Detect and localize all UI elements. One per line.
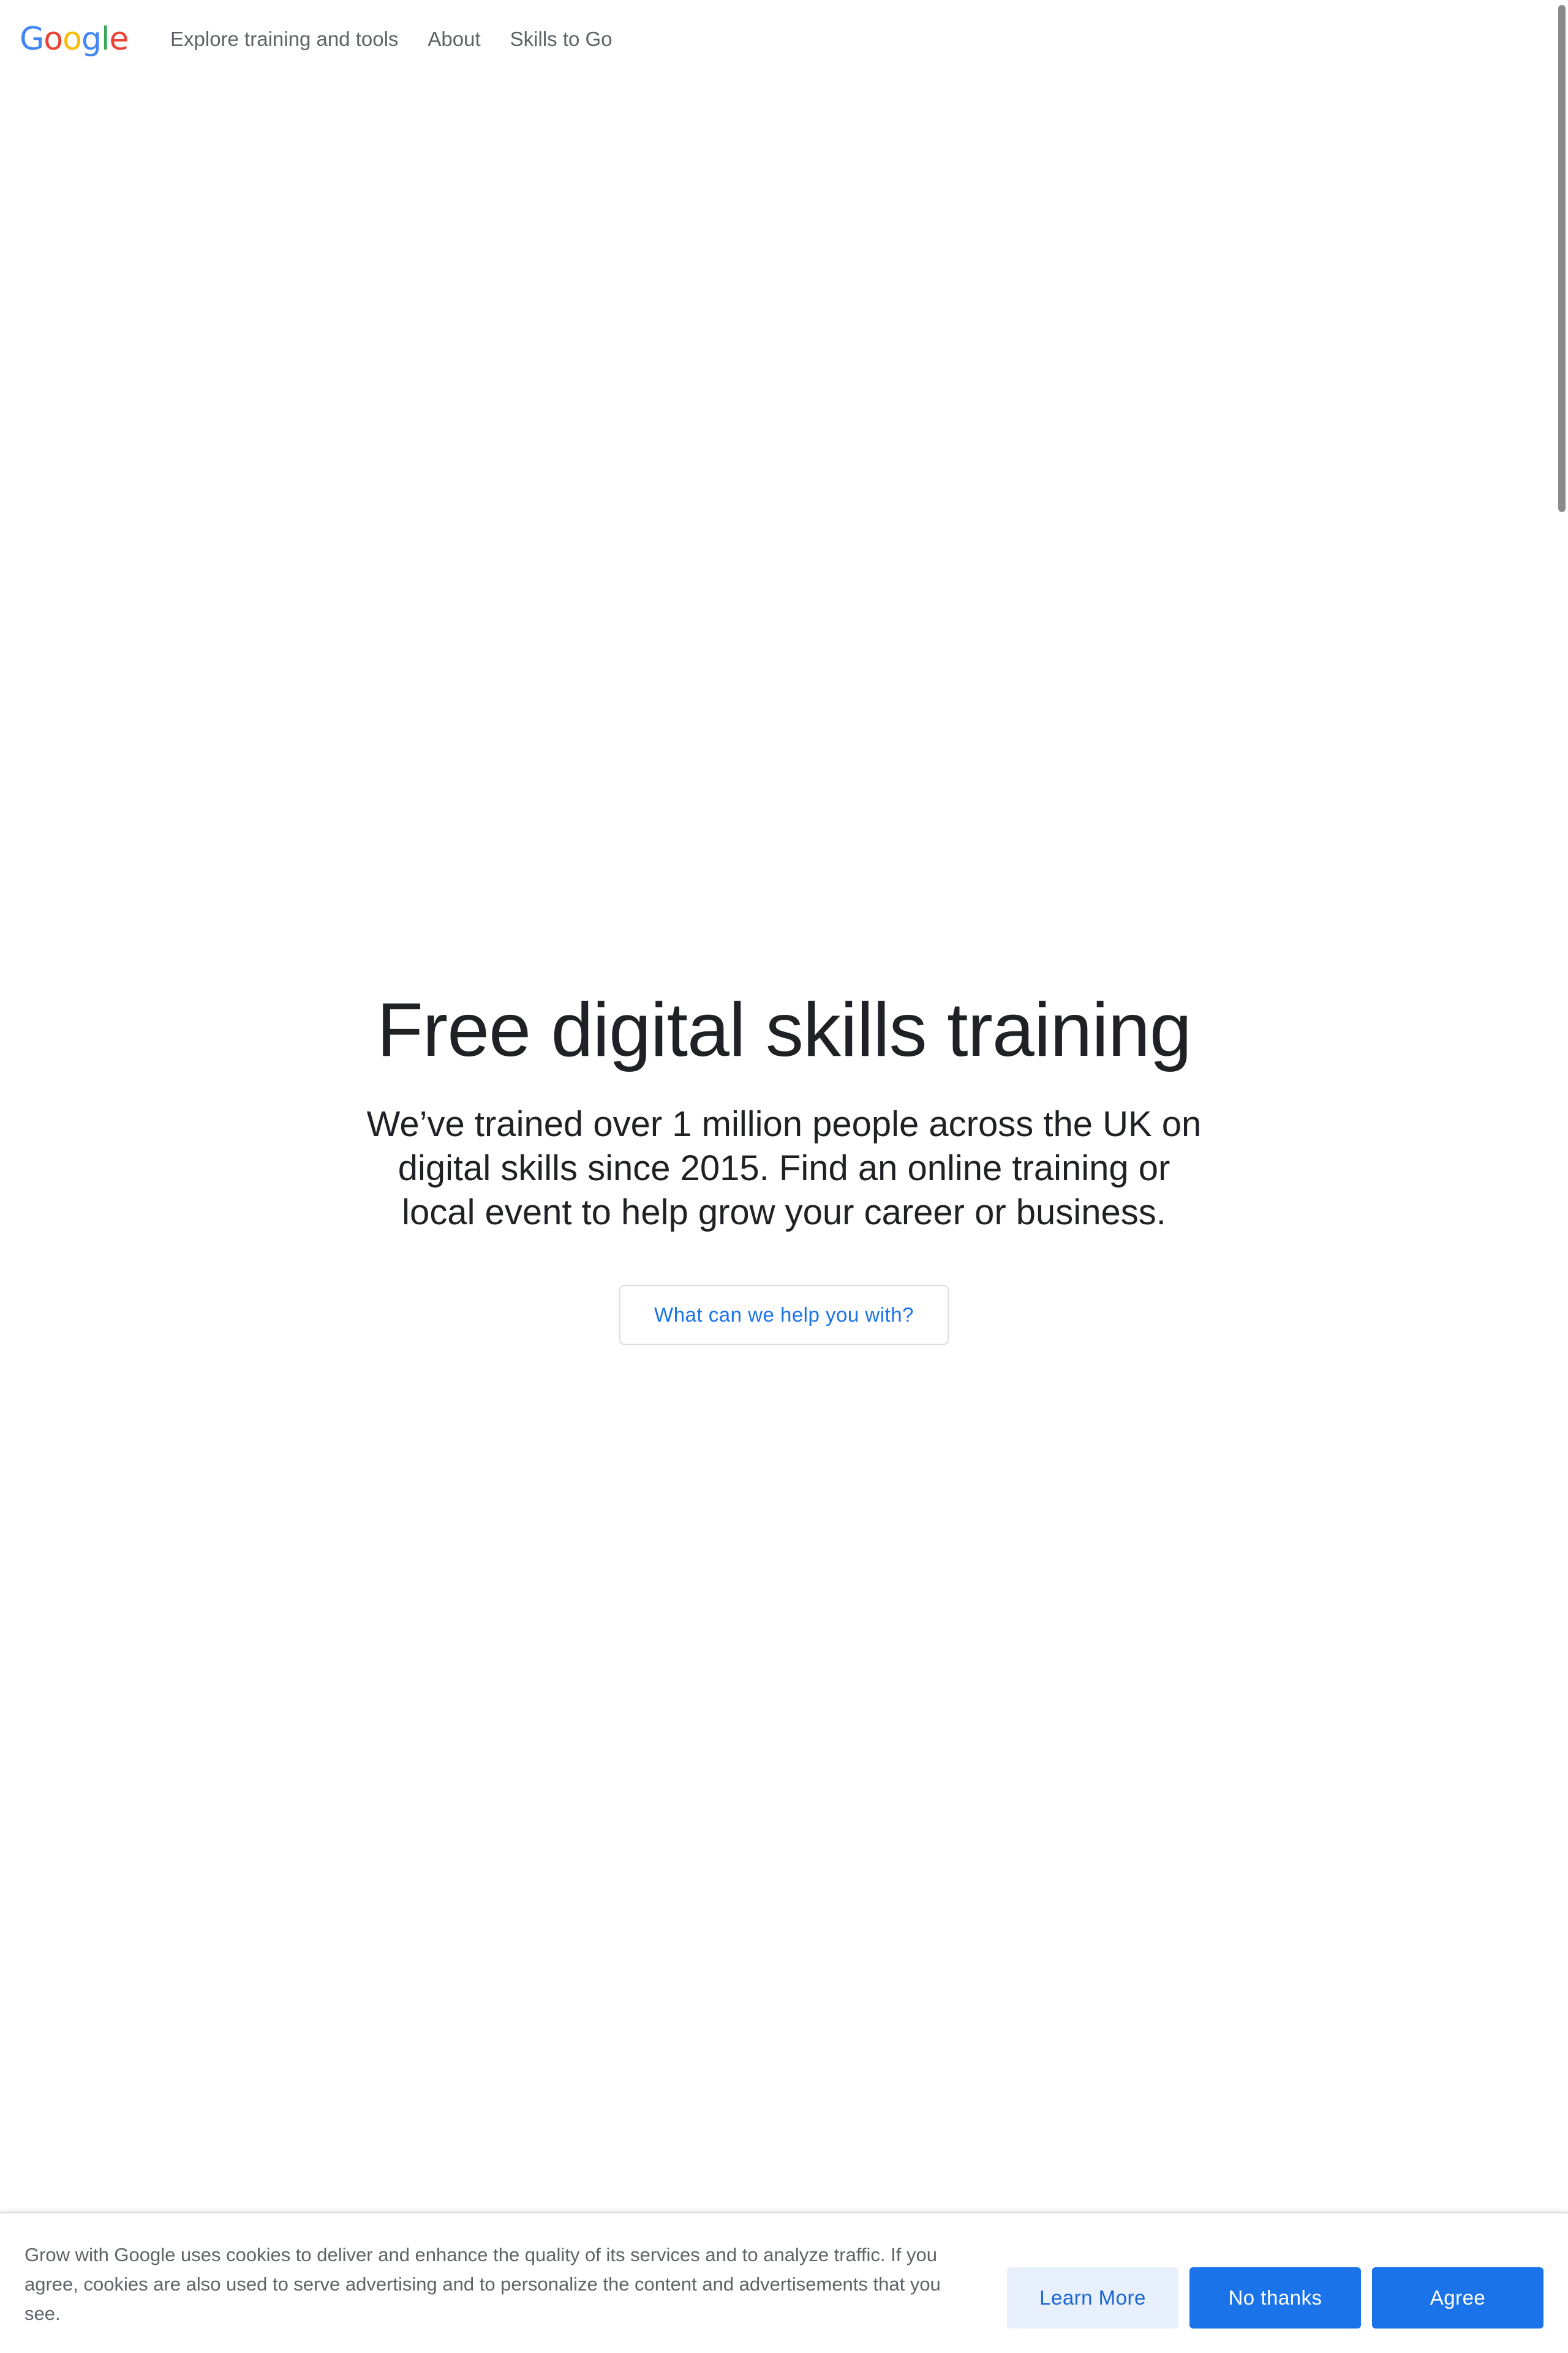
agree-button[interactable]: Agree bbox=[1372, 2267, 1544, 2329]
nav-explore-training[interactable]: Explore training and tools bbox=[170, 23, 398, 55]
main-nav: Explore training and tools About Skills … bbox=[170, 23, 612, 55]
cookie-banner: Grow with Google uses cookies to deliver… bbox=[0, 2212, 1568, 2353]
logo-letter-e: e bbox=[109, 21, 129, 58]
logo-letter-g2: g bbox=[81, 21, 102, 58]
hero-section: Free digital skills training We’ve train… bbox=[0, 980, 1568, 1345]
scrollbar-thumb[interactable] bbox=[1558, 5, 1566, 512]
learn-more-button[interactable]: Learn More bbox=[1007, 2267, 1178, 2329]
no-thanks-button[interactable]: No thanks bbox=[1189, 2267, 1361, 2329]
logo-letter-o2: o bbox=[62, 21, 82, 58]
logo-letter-g: G bbox=[20, 21, 44, 58]
nav-skills-to-go[interactable]: Skills to Go bbox=[510, 23, 612, 55]
help-cta-button[interactable]: What can we help you with? bbox=[619, 1285, 949, 1345]
logo-letter-l: l bbox=[100, 21, 110, 58]
nav-about[interactable]: About bbox=[428, 23, 480, 55]
cookie-notice-text: Grow with Google uses cookies to deliver… bbox=[24, 2244, 941, 2324]
site-header: G o o g l e Explore training and tools A… bbox=[0, 0, 1556, 78]
hero-title: Free digital skills training bbox=[377, 988, 1192, 1072]
google-logo[interactable]: G o o g l e bbox=[20, 20, 129, 59]
cookie-actions: Learn More No thanks Agree bbox=[1007, 2267, 1544, 2329]
hero-subtitle: We’ve trained over 1 million people acro… bbox=[366, 1104, 1202, 1232]
logo-letter-o1: o bbox=[43, 21, 63, 58]
